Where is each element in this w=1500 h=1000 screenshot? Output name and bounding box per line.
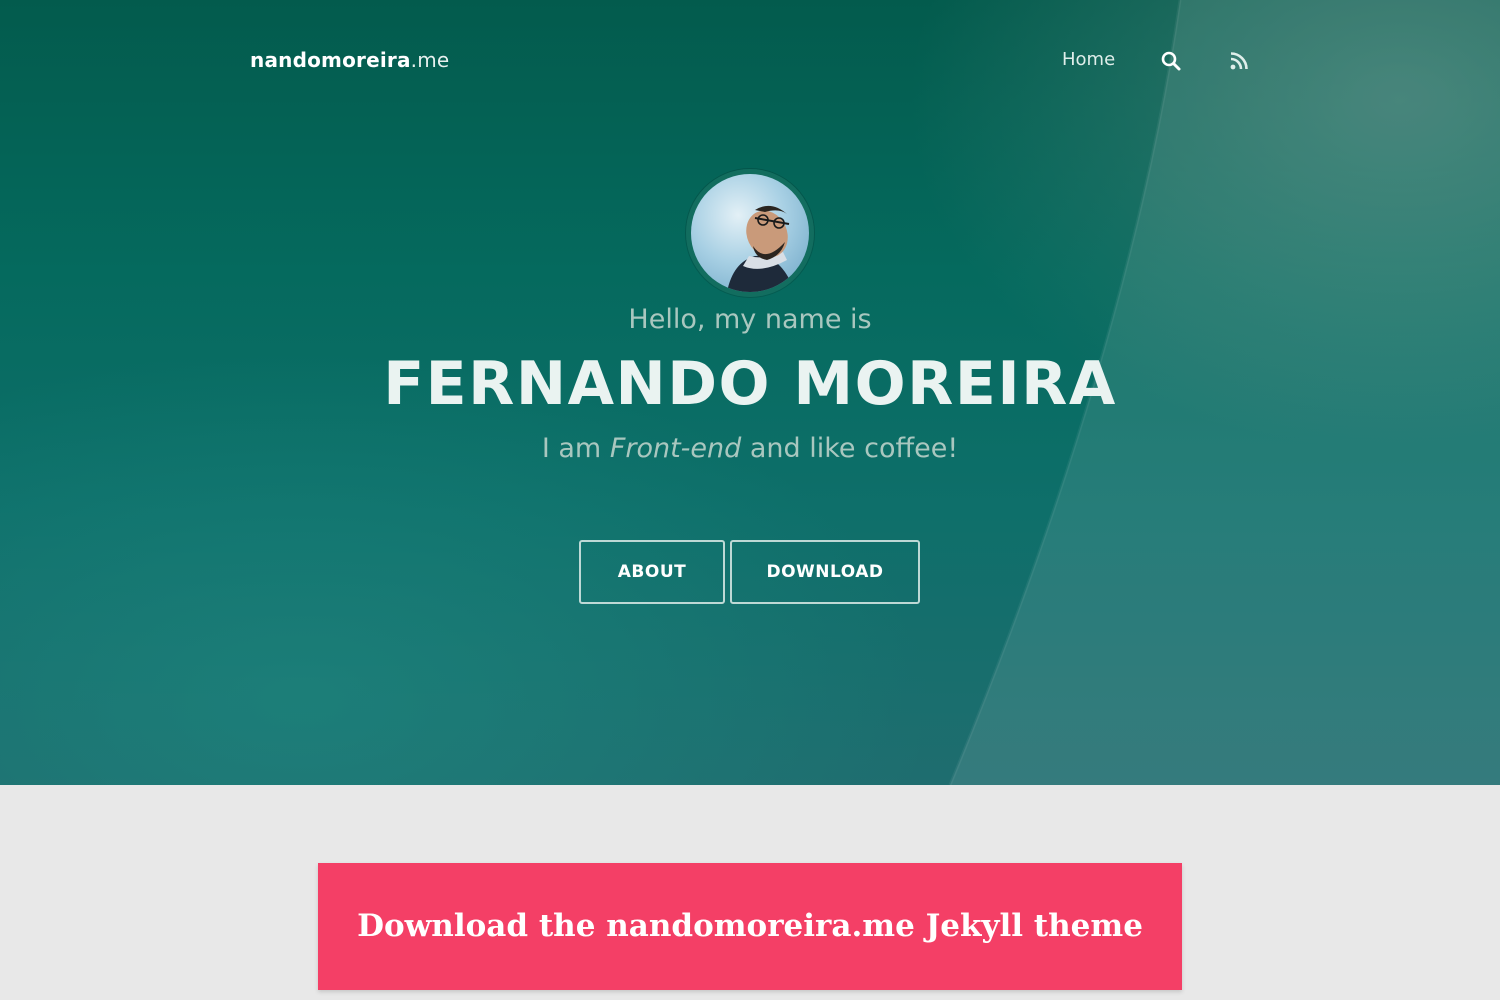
nav-home-link[interactable]: Home	[1062, 49, 1115, 70]
tagline-role: Front-end	[609, 433, 742, 464]
hero-greeting: Hello, my name is	[628, 304, 872, 335]
top-navigation: nandomoreira.me Home	[250, 44, 1250, 78]
logo-domain: .me	[410, 48, 450, 72]
avatar-portrait-illustration	[727, 205, 795, 292]
site-logo[interactable]: nandomoreira.me	[250, 48, 449, 72]
hero-name: FERNANDO MOREIRA	[383, 349, 1117, 419]
search-icon[interactable]	[1160, 50, 1182, 72]
download-button[interactable]: DOWNLOAD	[730, 540, 920, 604]
hero-tagline: I am Front-end and like coffee!	[0, 433, 1500, 464]
avatar-photo	[691, 174, 809, 292]
download-theme-banner[interactable]: Download the nandomoreira.me Jekyll them…	[318, 863, 1182, 990]
avatar	[686, 169, 814, 297]
logo-name: nandomoreira	[250, 48, 411, 72]
tagline-prefix: I am	[541, 433, 610, 464]
tagline-suffix: and like coffee!	[741, 433, 959, 464]
hero-section: nandomoreira.me Home Hello, my name is F…	[0, 0, 1500, 785]
about-button[interactable]: ABOUT	[579, 540, 725, 604]
rss-icon[interactable]	[1228, 50, 1250, 72]
